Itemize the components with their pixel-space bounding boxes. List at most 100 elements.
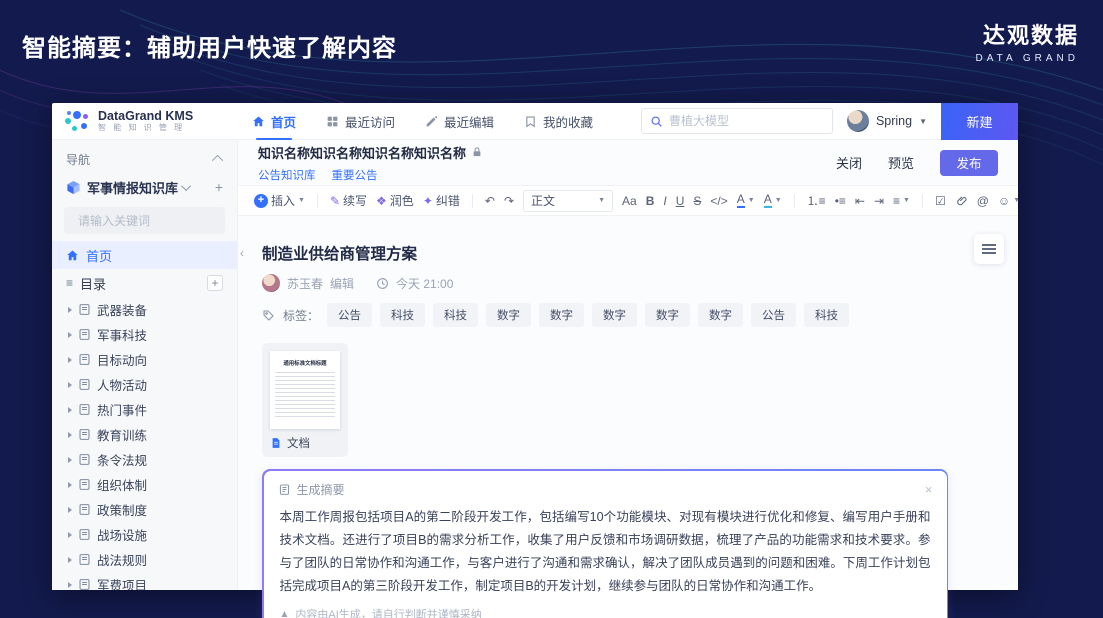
emoji-button[interactable]: ☺▼ bbox=[998, 194, 1018, 208]
sidebar-item-home[interactable]: 首页 bbox=[52, 241, 237, 269]
align-button[interactable]: ≡▼ bbox=[893, 194, 910, 208]
tag-pill[interactable]: 公告 bbox=[751, 303, 796, 327]
expand-arrow-icon[interactable] bbox=[68, 507, 72, 513]
new-button[interactable]: 新建 bbox=[941, 103, 1018, 140]
publish-button[interactable]: 发布 bbox=[940, 150, 998, 176]
bold-button[interactable]: B bbox=[646, 194, 655, 208]
sidebar-item-label: 目录 bbox=[80, 274, 106, 293]
global-search[interactable] bbox=[641, 108, 833, 134]
expand-arrow-icon[interactable] bbox=[68, 457, 72, 463]
font-size-button[interactable]: Aa bbox=[622, 194, 637, 208]
tag-pill[interactable]: 公告 bbox=[327, 303, 372, 327]
book-icon bbox=[78, 578, 91, 590]
sidebar-item-weapons[interactable]: 武器装备 bbox=[52, 297, 237, 322]
highlight-icon: A bbox=[764, 194, 772, 208]
ai-continue-button[interactable]: ✎续写 bbox=[330, 192, 367, 209]
ai-correct-button[interactable]: ✦纠错 bbox=[423, 192, 460, 209]
collapse-chevron-icon[interactable] bbox=[212, 155, 223, 166]
nav-tab-home[interactable]: 首页 bbox=[252, 103, 296, 140]
nav-tab-favorites[interactable]: 我的收藏 bbox=[524, 103, 593, 140]
user-menu[interactable]: Spring ▼ bbox=[847, 110, 927, 132]
nav-tab-label: 首页 bbox=[271, 112, 296, 131]
tag-pill[interactable]: 数字 bbox=[539, 303, 584, 327]
sidebar-item-education[interactable]: 教育训练 bbox=[52, 422, 237, 447]
attachment-thumb-lines bbox=[275, 372, 335, 418]
expand-arrow-icon[interactable] bbox=[68, 532, 72, 538]
nav-tab-recent-visits[interactable]: 最近访问 bbox=[326, 103, 395, 140]
bullet-list-button[interactable]: •≡ bbox=[835, 194, 846, 208]
italic-button[interactable]: I bbox=[663, 194, 666, 208]
sidebar-item-hot-events[interactable]: 热门事件 bbox=[52, 397, 237, 422]
outline-toggle-button[interactable] bbox=[974, 234, 1004, 264]
expand-arrow-icon[interactable] bbox=[68, 432, 72, 438]
add-knowledge-base-button[interactable]: + bbox=[215, 180, 223, 194]
book-icon bbox=[78, 528, 91, 541]
tag-pill[interactable]: 科技 bbox=[380, 303, 425, 327]
underline-button[interactable]: U bbox=[676, 194, 685, 208]
expand-arrow-icon[interactable] bbox=[68, 407, 72, 413]
sidebar-search-input[interactable] bbox=[78, 214, 233, 228]
add-catalog-button[interactable]: + bbox=[207, 275, 223, 291]
sidebar-item-battlefield[interactable]: 战场设施 bbox=[52, 522, 237, 547]
attachment-card[interactable]: 通用标准文档标题 文档 bbox=[262, 343, 348, 457]
knowledge-base-name: 军事情报知识库 bbox=[87, 178, 178, 197]
book-icon bbox=[78, 503, 91, 516]
expand-arrow-icon[interactable] bbox=[68, 307, 72, 313]
close-icon[interactable]: × bbox=[925, 482, 933, 497]
tag-pill[interactable]: 数字 bbox=[645, 303, 690, 327]
tag-pill[interactable]: 数字 bbox=[698, 303, 743, 327]
knowledge-base-selector[interactable]: 军事情报知识库 + bbox=[52, 172, 237, 202]
expand-arrow-icon[interactable] bbox=[68, 357, 72, 363]
app-logo[interactable]: DataGrand KMS 智 能 知 识 管 理 bbox=[52, 108, 230, 134]
sidebar-item-regulations[interactable]: 条令法规 bbox=[52, 447, 237, 472]
global-search-input[interactable] bbox=[669, 114, 824, 128]
sidebar-search[interactable] bbox=[64, 207, 225, 234]
close-button[interactable]: 关闭 bbox=[836, 153, 862, 172]
summary-text: 本周工作周报包括项目A的第二阶段开发工作，包括编写10个功能模块、对现有模块进行… bbox=[264, 500, 947, 603]
redo-button[interactable]: ↷ bbox=[504, 194, 514, 208]
sidebar-item-target-trends[interactable]: 目标动向 bbox=[52, 347, 237, 372]
undo-button[interactable]: ↶ bbox=[485, 194, 495, 208]
breadcrumb-category-link[interactable]: 重要公告 bbox=[332, 167, 378, 183]
ordered-list-button[interactable]: ⒈≡ bbox=[807, 192, 826, 209]
preview-button[interactable]: 预览 bbox=[888, 153, 914, 172]
sidebar-item-policy[interactable]: 政策制度 bbox=[52, 497, 237, 522]
expand-arrow-icon[interactable] bbox=[68, 332, 72, 338]
sidebar-item-catalog[interactable]: ≡ 目录 + bbox=[52, 269, 237, 297]
sidebar-item-budget[interactable]: 军费项目 bbox=[52, 572, 237, 590]
link-button[interactable] bbox=[955, 194, 968, 207]
chevron-down-icon: ▼ bbox=[298, 197, 305, 204]
sidebar-item-organization[interactable]: 组织体制 bbox=[52, 472, 237, 497]
ai-polish-button[interactable]: ❖润色 bbox=[376, 192, 414, 209]
pencil-icon bbox=[425, 115, 438, 128]
expand-arrow-icon[interactable] bbox=[68, 557, 72, 563]
sidebar-item-people-activity[interactable]: 人物活动 bbox=[52, 372, 237, 397]
sidebar-collapse-handle[interactable]: ‹ bbox=[240, 246, 244, 260]
sidebar-item-tactics[interactable]: 战法规则 bbox=[52, 547, 237, 572]
highlight-color-button[interactable]: A▼ bbox=[764, 194, 782, 208]
ai-summary-panel: 生成摘要 × 本周工作周报包括项目A的第二阶段开发工作，包括编写10个功能模块、… bbox=[262, 469, 948, 618]
outdent-button[interactable]: ⇤ bbox=[855, 194, 865, 208]
nav-tab-recent-edits[interactable]: 最近编辑 bbox=[425, 103, 494, 140]
sidebar-item-military-tech[interactable]: 军事科技 bbox=[52, 322, 237, 347]
breadcrumb-kb-link[interactable]: 公告知识库 bbox=[258, 167, 316, 183]
expand-arrow-icon[interactable] bbox=[68, 382, 72, 388]
tag-pill[interactable]: 科技 bbox=[804, 303, 849, 327]
checkbox-button[interactable]: ☑ bbox=[935, 194, 946, 208]
indent-button[interactable]: ⇥ bbox=[874, 194, 884, 208]
code-button[interactable]: </> bbox=[710, 194, 727, 208]
ai-disclaimer-text: 内容由AI生成，请自行判断并谨慎采纳 bbox=[295, 606, 481, 618]
tag-pill[interactable]: 科技 bbox=[433, 303, 478, 327]
tag-pill[interactable]: 数字 bbox=[486, 303, 531, 327]
insert-menu-button[interactable]: +插入▼ bbox=[254, 192, 305, 209]
polish-icon: ❖ bbox=[376, 194, 387, 208]
font-color-button[interactable]: A▼ bbox=[737, 194, 755, 208]
expand-arrow-icon[interactable] bbox=[68, 582, 72, 588]
tag-pill[interactable]: 数字 bbox=[592, 303, 637, 327]
paragraph-style-select[interactable]: 正文▼ bbox=[523, 190, 613, 212]
pencil-sparkle-icon: ✎ bbox=[330, 194, 340, 208]
font-color-icon: A bbox=[737, 194, 745, 208]
expand-arrow-icon[interactable] bbox=[68, 482, 72, 488]
strikethrough-button[interactable]: S bbox=[693, 194, 701, 208]
mention-button[interactable]: @ bbox=[977, 194, 989, 208]
